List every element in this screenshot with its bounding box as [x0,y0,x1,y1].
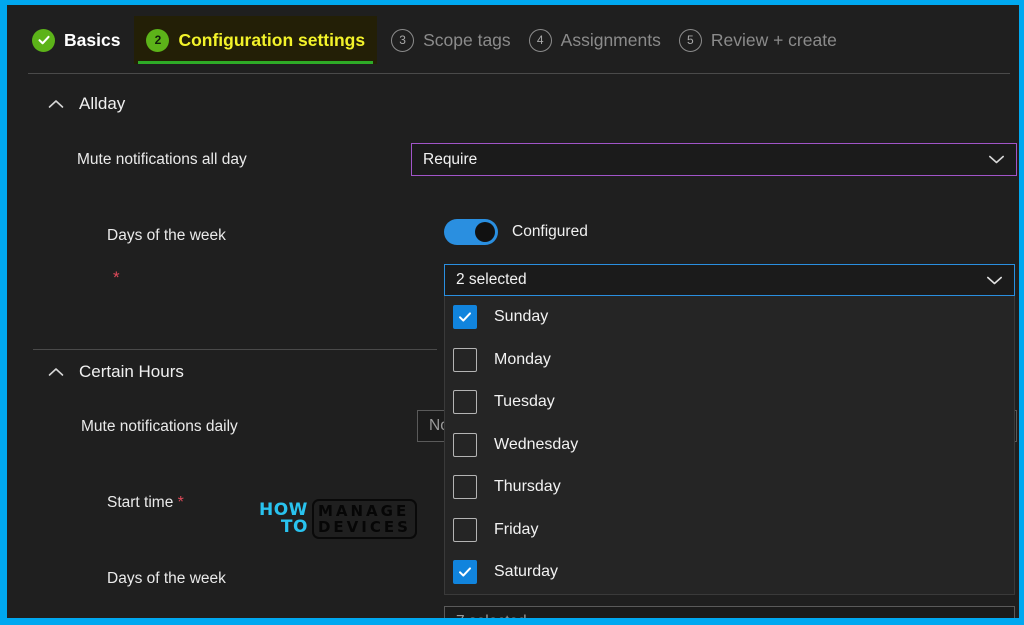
day-option-monday[interactable]: Monday [445,339,1014,382]
checkbox-friday[interactable] [453,517,477,542]
watermark-managedevices-box: MANAGE DEVICES [311,499,417,539]
tab-review-create[interactable]: 5 Review + create [675,16,851,64]
watermark-line-how: HOW [259,500,308,520]
required-star-days-allday: * [113,268,120,287]
watermark-line-devices: DEVICES [317,518,411,536]
toggle-row-days-configured: Configured [444,219,588,245]
day-label-saturday: Saturday [494,563,559,581]
day-option-sunday[interactable]: Sunday [445,296,1014,339]
day-label-monday: Monday [494,350,551,368]
day-label-friday: Friday [494,520,539,538]
tab-assignments-label: Assignments [560,29,661,50]
active-tab-underline [138,61,374,64]
section-header-allday[interactable]: Allday [45,93,125,115]
dropdown-days-certain-hours-value: 7 selected [456,613,984,618]
section-certain-hours-title: Certain Hours [79,362,184,381]
day-label-wednesday: Wednesday [494,435,579,453]
screenshot-frame: Basics 2 Configuration settings 3 Scope … [0,0,1024,625]
day-option-thursday[interactable]: Thursday [445,466,1014,509]
tab-assignments[interactable]: 4 Assignments [525,16,675,64]
day-label-tuesday: Tuesday [494,393,555,411]
dropdown-days-of-week-allday[interactable]: 2 selected [444,264,1015,296]
dropdown-days-allday-value: 2 selected [456,271,527,288]
label-days-of-the-week-allday: Days of the week [107,227,226,244]
label-start-time: Start time * [107,494,184,512]
day-label-thursday: Thursday [494,478,561,496]
watermark-line-manage: MANAGE [317,502,410,520]
chevron-up-icon [45,93,67,115]
tabbar-divider [28,73,1010,74]
section-header-certain-hours[interactable]: Certain Hours [45,361,184,383]
intune-policy-wizard: Basics 2 Configuration settings 3 Scope … [7,5,1019,618]
tab-basics[interactable]: Basics [28,16,134,64]
wizard-tab-bar: Basics 2 Configuration settings 3 Scope … [7,5,1019,75]
label-days-of-the-week-certain-hours: Days of the week [107,570,226,587]
toggle-configured-label: Configured [512,223,588,240]
tab-basics-label: Basics [64,29,121,50]
checkbox-saturday[interactable] [453,560,477,585]
dropdown-mute-all-day-value: Require [423,150,478,168]
day-option-wednesday[interactable]: Wednesday [445,424,1014,467]
checkbox-tuesday[interactable] [453,390,477,415]
toggle-knob [475,222,495,242]
tab-scope-tags[interactable]: 3 Scope tags [387,16,525,64]
dropdown-days-of-week-certain-hours[interactable]: 7 selected [444,606,1015,618]
chevron-up-icon [45,361,67,383]
watermark-line-to: TO [280,517,308,537]
watermark-logo: HOW TO MANAGE DEVICES [259,499,417,539]
number-badge-icon: 5 [678,28,702,52]
label-mute-notifications-all-day: Mute notifications all day [77,151,247,168]
checkbox-thursday[interactable] [453,475,477,500]
required-star-start-time: * [177,494,184,511]
toggle-days-of-week-configured[interactable] [444,219,498,245]
number-badge-icon: 2 [146,28,170,52]
day-option-saturday[interactable]: Saturday [445,551,1014,594]
tab-configuration-settings-label: Configuration settings [178,29,366,50]
chevron-down-icon [984,612,1004,618]
checkbox-monday[interactable] [453,347,477,372]
checkbox-wednesday[interactable] [453,432,477,457]
tab-review-create-label: Review + create [710,29,837,50]
dropdown-mute-notifications-all-day[interactable]: Require [411,143,1017,176]
day-label-sunday: Sunday [494,308,549,326]
chevron-down-icon [984,270,1004,290]
number-badge-icon: 4 [528,28,552,52]
tab-configuration-settings[interactable]: 2 Configuration settings [134,16,378,64]
day-picker-flyout[interactable]: Sunday Monday Tuesday Wednesday Thursday Frid… [444,296,1015,595]
section-divider-certain-hours [33,349,437,350]
check-icon [32,28,55,52]
day-option-tuesday[interactable]: Tuesday [445,381,1014,424]
tab-scope-tags-label: Scope tags [423,29,511,50]
day-option-friday[interactable]: Friday [445,509,1014,552]
watermark-howto-text: HOW TO [259,502,312,536]
chevron-down-icon [986,150,1006,170]
section-allday-title: Allday [79,94,126,113]
checkbox-sunday[interactable] [453,305,477,330]
start-time-text: Start time [107,494,174,511]
label-mute-notifications-daily: Mute notifications daily [81,418,238,435]
number-badge-icon: 3 [391,28,415,52]
